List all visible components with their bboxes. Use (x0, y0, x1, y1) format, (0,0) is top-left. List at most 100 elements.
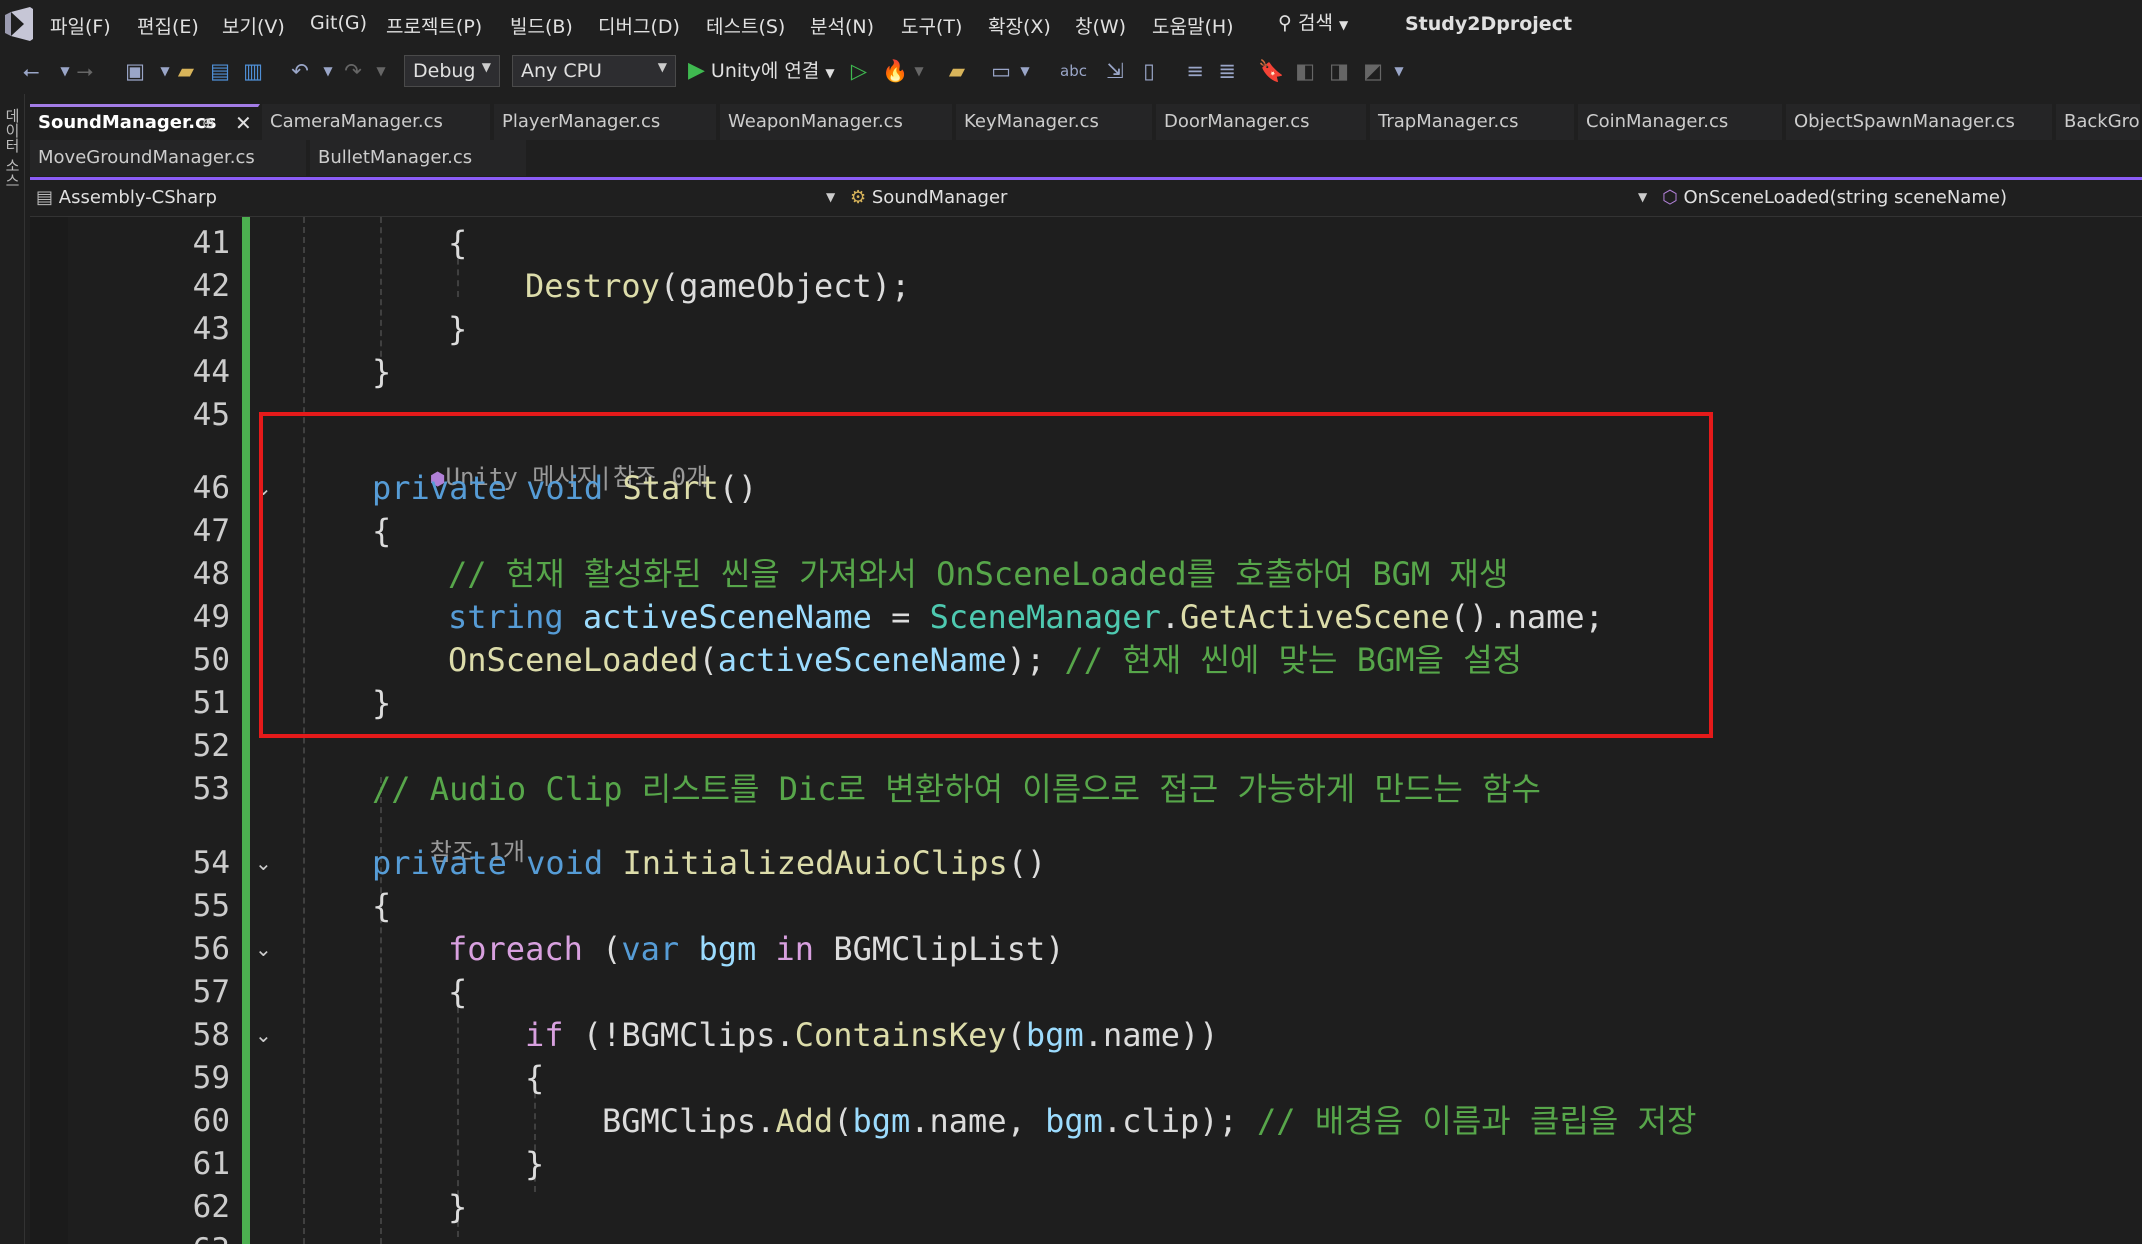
code-text: } (448, 1188, 468, 1226)
code-text: { (448, 224, 468, 262)
forward-icon[interactable]: ⭢ (72, 58, 98, 84)
line-number: 60 (192, 1103, 230, 1139)
configuration-dropdown[interactable]: Debug ▼ (404, 55, 500, 87)
indent-icon[interactable]: ≡ (1182, 58, 1208, 84)
new-project-icon[interactable]: ▣ (122, 58, 148, 84)
start-without-debugging-icon[interactable]: ▷ (846, 58, 872, 84)
menu-edit[interactable]: 편집(E) (137, 12, 199, 39)
open-folder-icon[interactable]: ▰ (173, 58, 199, 84)
line-number: 63 (90, 1229, 230, 1244)
tab-playermanager[interactable]: PlayerManager.cs (494, 104, 718, 140)
attach-unity-button[interactable]: ▶ Unity에 연결 ▼ (688, 56, 835, 86)
code-line: 59 { (30, 1057, 2142, 1100)
tab-coinmanager[interactable]: CoinManager.cs (1578, 104, 1784, 140)
collapse-icon[interactable]: ⌄ (255, 1014, 272, 1057)
tab-weaponmanager[interactable]: WeaponManager.cs (720, 104, 954, 140)
collapse-icon[interactable]: ⌄ (255, 842, 272, 885)
tab-keymanager[interactable]: KeyManager.cs (956, 104, 1154, 140)
document-tabs-row-1: SoundManager.cs ⊕ ✕ CameraManager.cs Pla… (30, 104, 2142, 140)
tab-soundmanager[interactable]: SoundManager.cs ⊕ ✕ (30, 104, 260, 140)
tab-background[interactable]: BackGrou (2056, 104, 2142, 140)
line-number: 57 (192, 974, 230, 1010)
pin-icon[interactable]: ⊕ (202, 107, 215, 139)
menu-view[interactable]: 보기(V) (222, 12, 285, 39)
chevron-down-icon[interactable]: ▼ (1638, 190, 1647, 204)
hot-reload-icon[interactable]: 🔥 (882, 58, 908, 84)
menu-git[interactable]: Git(G) (310, 12, 367, 34)
tab-label: CameraManager.cs (270, 111, 443, 132)
tab-movegroundmanager[interactable]: MoveGroundManager.cs (30, 140, 308, 176)
back-icon[interactable]: ⭠ (18, 58, 44, 84)
code-comment: // Audio Clip 리스트를 Dic로 변환하여 이름으로 접근 가능하… (372, 770, 1541, 808)
collapse-icon[interactable]: ⌄ (255, 928, 272, 971)
code-line: 61 } (30, 1143, 2142, 1186)
search-button[interactable]: ⚲ 검색 ▼ (1278, 8, 1348, 35)
code-text: } (525, 1145, 545, 1183)
undo-icon[interactable]: ↶ (287, 58, 313, 84)
platform-dropdown[interactable]: Any CPU ▼ (512, 55, 676, 87)
chevron-down-icon[interactable]: ▼ (315, 58, 341, 84)
tab-label: SoundManager.cs (38, 112, 217, 133)
project-dropdown[interactable]: ▤ Assembly-CSharp (36, 187, 217, 208)
format-icon[interactable]: ▯ (1136, 58, 1162, 84)
tab-cameramanager[interactable]: CameraManager.cs (262, 104, 492, 140)
code-editor[interactable]: 41 { 42 Destroy(gameObject); 43 } 44 } 4… (30, 217, 2142, 1244)
line-number: 49 (192, 599, 230, 635)
spell-check-icon[interactable]: abc (1060, 58, 1087, 84)
chevron-down-icon[interactable]: ▼ (826, 190, 835, 204)
code-text: { (448, 973, 468, 1011)
line-number: 62 (192, 1189, 230, 1225)
line-number: 47 (192, 513, 230, 549)
menu-window[interactable]: 창(W) (1075, 12, 1126, 39)
menu-extensions[interactable]: 확장(X) (988, 12, 1051, 39)
outdent-icon[interactable]: ≣ (1214, 58, 1240, 84)
tab-doormanager[interactable]: DoorManager.cs (1156, 104, 1368, 140)
search-icon: ⚲ (1278, 12, 1292, 34)
menu-debug[interactable]: 디버그(D) (598, 12, 680, 39)
chevron-down-icon[interactable]: ▼ (368, 58, 394, 84)
window-layout-icon[interactable]: ▭ (988, 58, 1014, 84)
solution-explorer-icon[interactable]: ▰ (944, 58, 970, 84)
member-dropdown[interactable]: ⬡ OnSceneLoaded(string sceneName) (1662, 187, 2007, 208)
menu-file[interactable]: 파일(F) (50, 12, 111, 39)
code-text: if (!BGMClips.ContainsKey(bgm.name)) (525, 1016, 1219, 1054)
menu-build[interactable]: 빌드(B) (510, 12, 573, 39)
data-sources-tab[interactable]: 데이터 소스 (2, 108, 23, 188)
chevron-down-icon[interactable]: ▼ (906, 58, 932, 84)
visual-studio-logo-icon (5, 7, 33, 41)
tab-label: ObjectSpawnManager.cs (1794, 111, 2015, 132)
menu-analyze[interactable]: 분석(N) (810, 12, 874, 39)
step-icon[interactable]: ⇲ (1102, 58, 1128, 84)
line-number: 55 (192, 888, 230, 924)
configuration-value: Debug (413, 60, 476, 82)
next-bookmark-icon[interactable]: ◨ (1326, 58, 1352, 84)
class-dropdown[interactable]: ⚙ SoundManager (850, 187, 1007, 208)
chevron-down-icon[interactable]: ▼ (1386, 58, 1412, 84)
menu-test[interactable]: 테스트(S) (706, 12, 785, 39)
tab-label: PlayerManager.cs (502, 111, 661, 132)
code-line: 42 Destroy(gameObject); (30, 265, 2142, 308)
close-icon[interactable]: ✕ (235, 107, 252, 139)
code-line: 43 } (30, 308, 2142, 351)
redo-icon[interactable]: ↷ (340, 58, 366, 84)
code-text: { (525, 1059, 545, 1097)
menu-project[interactable]: 프로젝트(P) (386, 12, 482, 39)
menu-tools[interactable]: 도구(T) (901, 12, 962, 39)
tab-bulletmanager[interactable]: BulletManager.cs (310, 140, 528, 176)
method-icon: ⬡ (1662, 187, 1678, 208)
bookmark-icon[interactable]: 🔖 (1258, 58, 1284, 84)
highlight-box (259, 412, 1713, 738)
tab-trapmanager[interactable]: TrapManager.cs (1370, 104, 1576, 140)
tab-objectspawnmanager[interactable]: ObjectSpawnManager.cs (1786, 104, 2054, 140)
code-line: 58 ⌄ if (!BGMClips.ContainsKey(bgm.name)… (30, 1014, 2142, 1057)
prev-bookmark-icon[interactable]: ◧ (1292, 58, 1318, 84)
save-all-icon[interactable]: ▥ (240, 58, 266, 84)
menu-help[interactable]: 도움말(H) (1152, 12, 1234, 39)
platform-value: Any CPU (521, 60, 602, 82)
save-icon[interactable]: ▤ (207, 58, 233, 84)
chevron-down-icon[interactable]: ▼ (1012, 58, 1038, 84)
clear-bookmarks-icon[interactable]: ◩ (1360, 58, 1386, 84)
line-number: 41 (192, 225, 230, 261)
code-text: private void InitializedAuioClips() (372, 844, 1047, 882)
play-icon: ▶ (688, 58, 705, 83)
